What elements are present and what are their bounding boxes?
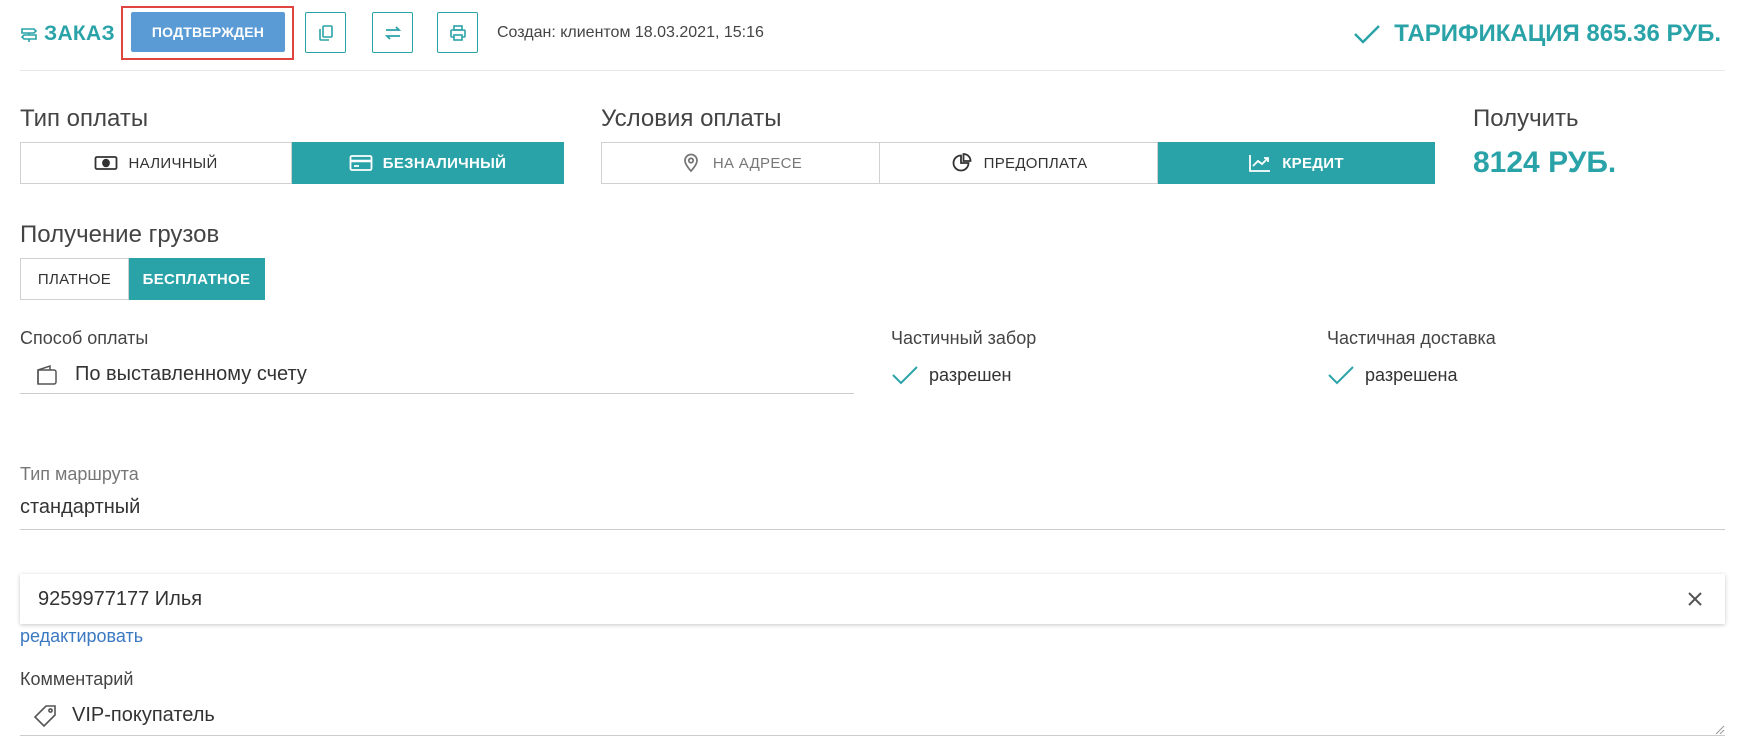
receive-amount: 8124 РУБ.	[1473, 146, 1617, 179]
order-label: ЗАКАЗ	[20, 20, 115, 48]
payment-terms-credit-button[interactable]: КРЕДИТ	[1158, 142, 1435, 184]
location-pin-icon	[683, 153, 698, 173]
payment-terms-selector: НА АДРЕСЕ ПРЕДОПЛАТА КРЕДИТ	[601, 142, 1435, 184]
payment-terms-on-address-button[interactable]: НА АДРЕСЕ	[601, 142, 880, 184]
header-divider	[20, 70, 1725, 71]
payment-terms-prepayment-button[interactable]: ПРЕДОПЛАТА	[880, 142, 1158, 184]
tariff-summary: ТАРИФИКАЦИЯ 865.36 РУБ.	[1352, 20, 1721, 48]
close-icon	[1688, 592, 1702, 606]
clear-contact-button[interactable]	[1683, 587, 1707, 611]
checkmark-icon	[1354, 25, 1381, 44]
signpost-icon	[20, 28, 38, 42]
created-info: Создан: клиентом 18.03.2021, 15:16	[497, 24, 764, 41]
route-type-field[interactable]: стандартный	[20, 496, 1725, 530]
comment-label: Комментарий	[20, 669, 134, 689]
print-button[interactable]	[437, 12, 478, 53]
resize-grip-icon[interactable]	[1715, 725, 1725, 735]
cargo-receipt-label: Получение грузов	[20, 221, 220, 248]
payment-type-cashless-button[interactable]: БЕЗНАЛИЧНЫЙ	[292, 142, 564, 184]
payment-method-value: По выставленному счету	[73, 356, 854, 394]
payment-method-field[interactable]: По выставленному счету	[20, 356, 854, 394]
receive-label: Получить	[1473, 105, 1579, 132]
cash-icon	[95, 156, 118, 170]
payment-type-cash-button[interactable]: НАЛИЧНЫЙ	[20, 142, 292, 184]
payment-method-icon-box	[20, 356, 73, 394]
comment-field[interactable]: VIP-покупатель	[20, 696, 1725, 736]
partial-pickup-value: разрешен	[929, 364, 1012, 385]
trend-chart-icon	[1249, 155, 1271, 172]
partial-delivery-value: разрешена	[1365, 364, 1458, 385]
payment-type-label: Тип оплаты	[20, 105, 149, 132]
copy-button[interactable]	[305, 12, 346, 53]
partial-delivery-label: Частичная доставка	[1327, 328, 1496, 348]
comment-value: VIP-покупатель	[72, 704, 215, 726]
checkmark-icon	[1328, 366, 1354, 385]
checkmark-icon	[892, 366, 918, 385]
cargo-receipt-free-button[interactable]: БЕСПЛАТНОЕ	[129, 258, 265, 300]
order-label-text: ЗАКАЗ	[44, 22, 115, 45]
route-type-label: Тип маршрута	[20, 464, 139, 484]
pie-chart-icon	[952, 153, 972, 172]
payment-type-cashless-label: БЕЗНАЛИЧНЫЙ	[382, 154, 507, 172]
payment-type-cash-label: НАЛИЧНЫЙ	[128, 154, 218, 172]
copy-icon	[318, 24, 333, 41]
wallet-icon	[36, 364, 57, 385]
partial-delivery-status: разрешена	[1327, 364, 1458, 386]
swap-button[interactable]	[372, 12, 413, 53]
partial-pickup-status: разрешен	[891, 364, 1012, 386]
partial-pickup-label: Частичный забор	[891, 328, 1037, 348]
swap-icon	[384, 25, 401, 40]
card-icon	[349, 155, 373, 171]
cargo-receipt-selector: ПЛАТНОЕ БЕСПЛАТНОЕ	[20, 258, 265, 300]
edit-contact-link[interactable]: редактировать	[20, 626, 143, 647]
tag-icon-box	[20, 704, 72, 728]
payment-terms-credit-label: КРЕДИТ	[1282, 154, 1344, 172]
payment-terms-prepayment-label: ПРЕДОПЛАТА	[983, 154, 1088, 172]
contact-select[interactable]: 9259977177 Илья	[20, 574, 1725, 624]
cargo-receipt-paid-button[interactable]: ПЛАТНОЕ	[20, 258, 129, 300]
tag-icon	[33, 704, 56, 727]
payment-terms-on-address-label: НА АДРЕСЕ	[712, 154, 803, 172]
order-status-button[interactable]: ПОДТВЕРЖДЕН	[131, 12, 285, 52]
payment-terms-label: Условия оплаты	[601, 105, 782, 132]
payment-method-label: Способ оплаты	[20, 328, 149, 348]
tariff-text: ТАРИФИКАЦИЯ 865.36 РУБ.	[1394, 20, 1721, 47]
print-icon	[449, 24, 466, 41]
contact-value: 9259977177 Илья	[38, 587, 203, 610]
payment-type-selector: НАЛИЧНЫЙ БЕЗНАЛИЧНЫЙ	[20, 142, 564, 184]
